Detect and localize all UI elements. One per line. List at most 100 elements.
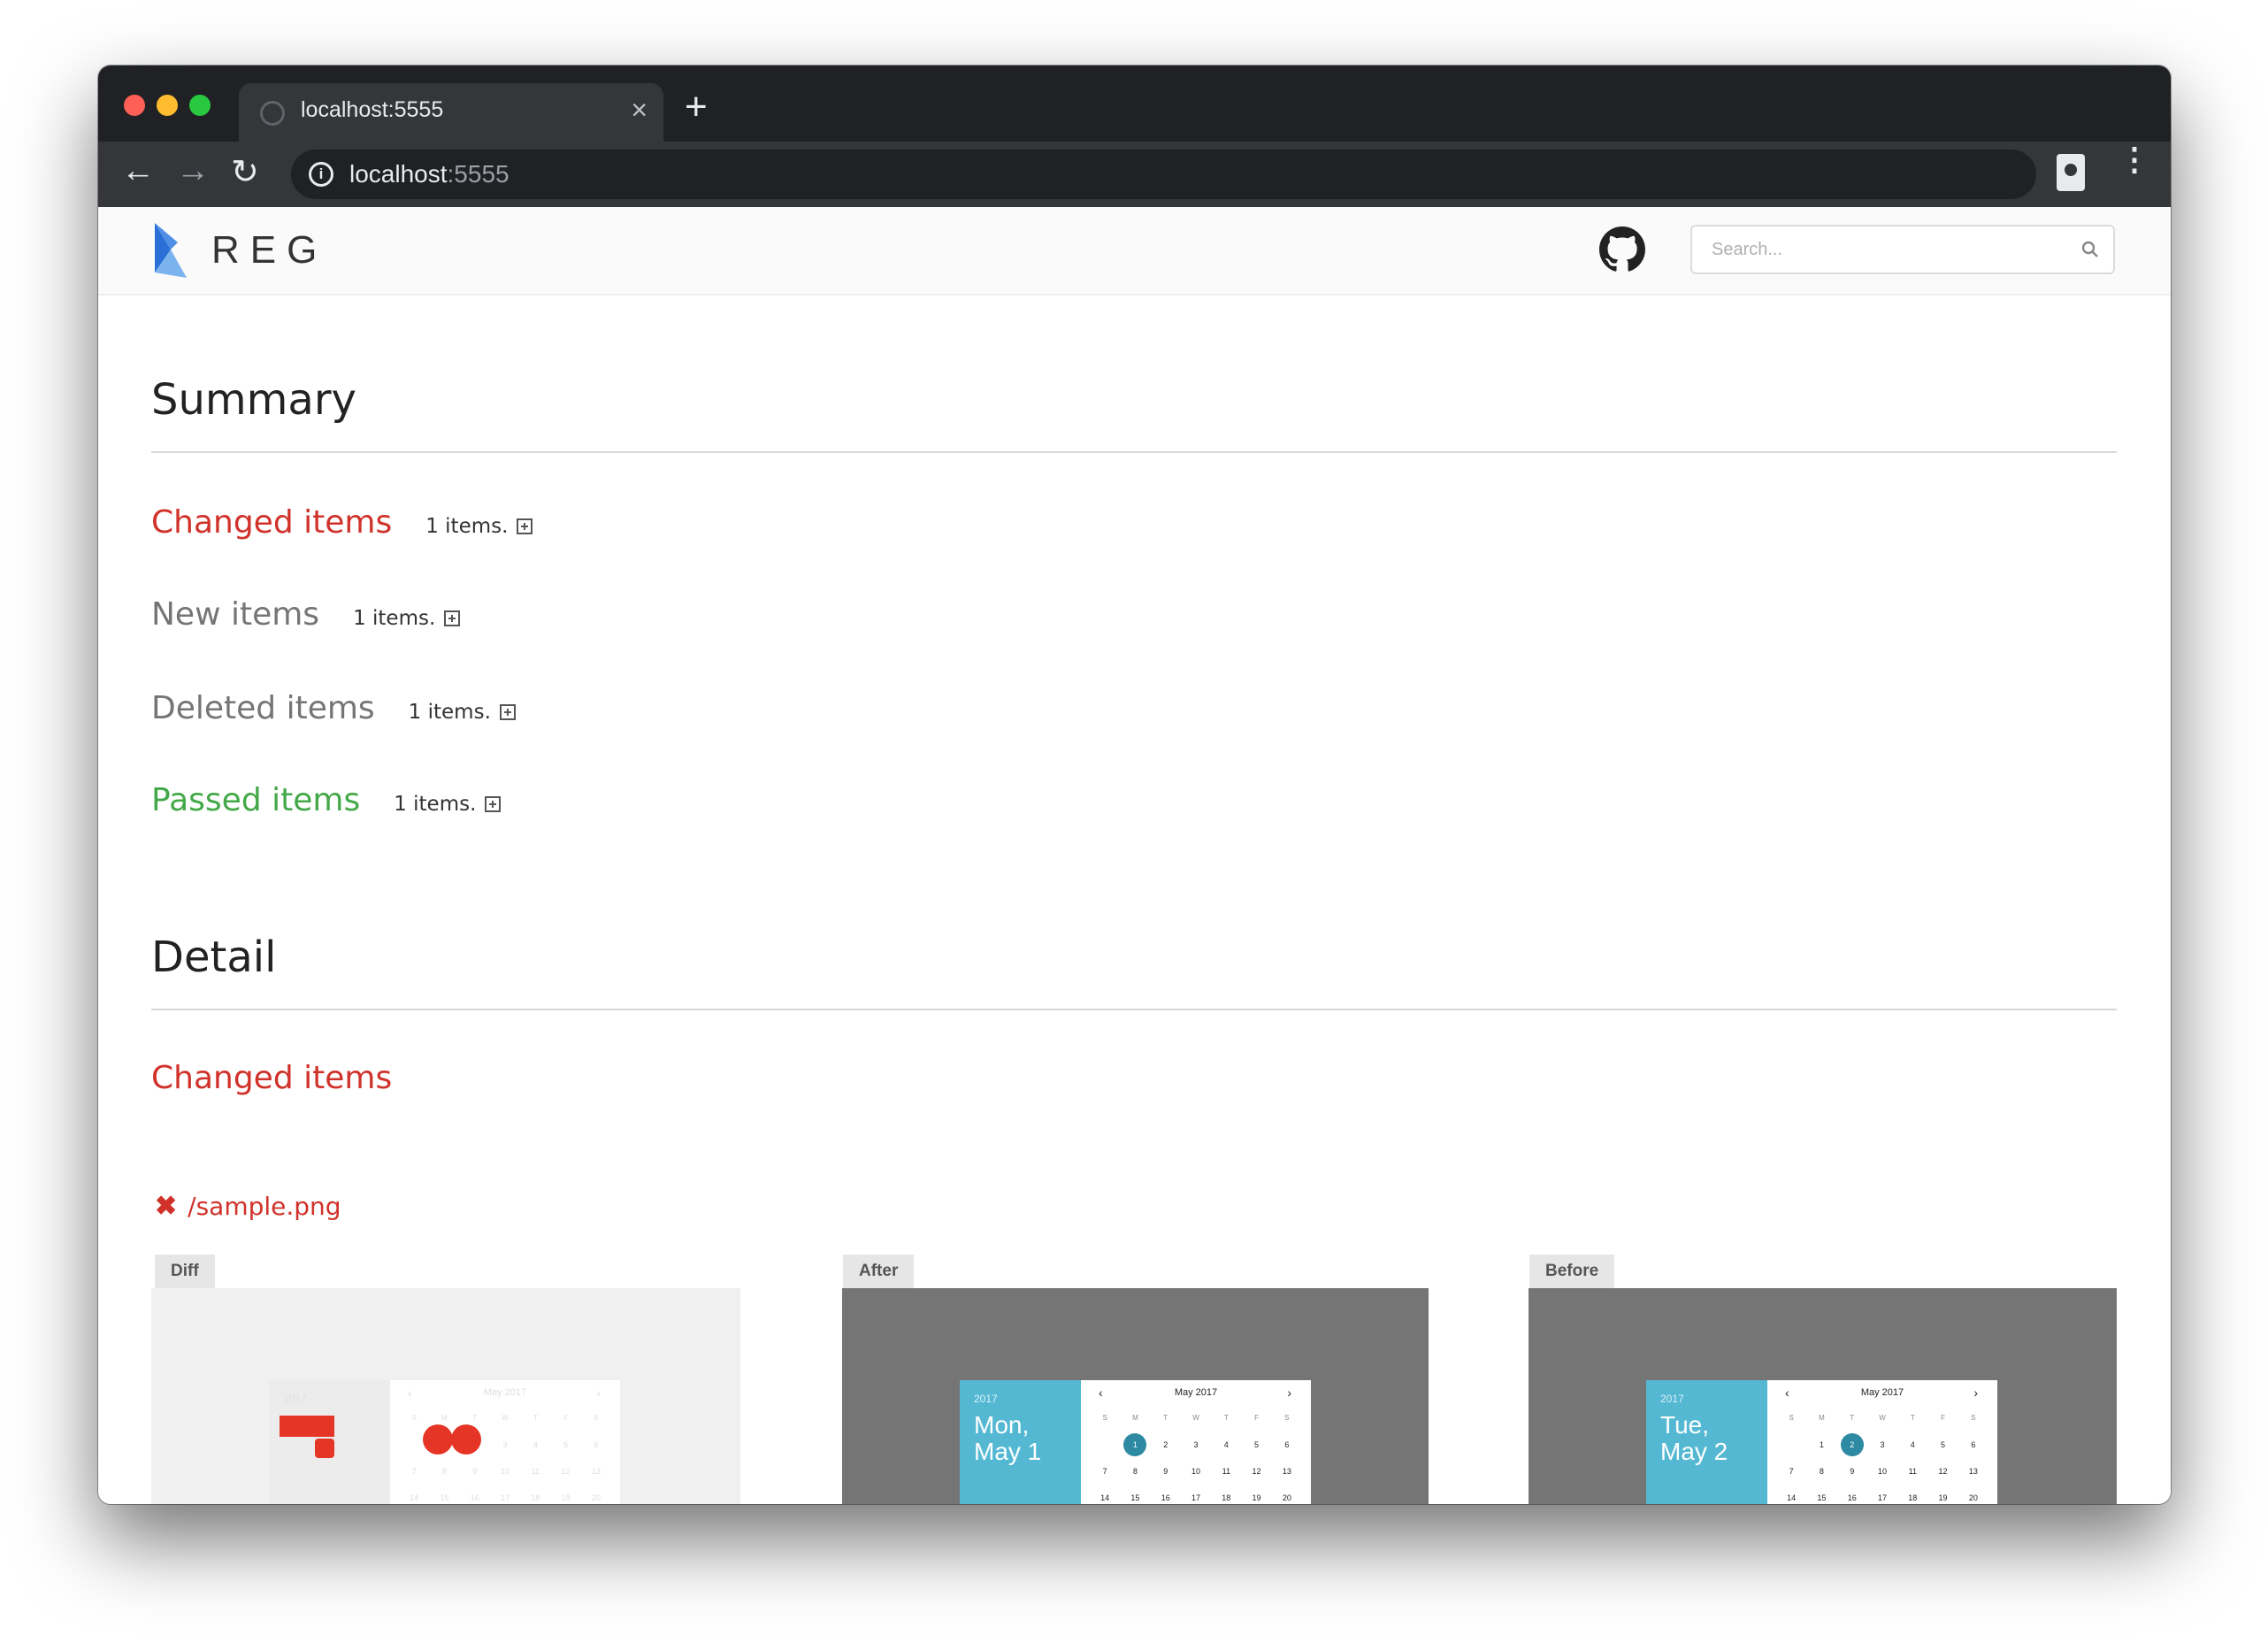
calendar-weekday: T	[1850, 1414, 1855, 1422]
calendar-day: 20	[1282, 1493, 1291, 1502]
calendar-day: 10	[1191, 1467, 1200, 1476]
calendar-day: 2	[1163, 1440, 1168, 1449]
diff-next-icon: ›	[596, 1386, 601, 1400]
calendar-day: 12	[561, 1467, 571, 1476]
before-tag: Before	[1529, 1255, 1615, 1288]
diff-tag: Diff	[155, 1255, 215, 1288]
calendar-day: 19	[1252, 1493, 1261, 1502]
github-icon[interactable]	[1599, 226, 1645, 272]
diff-highlight	[451, 1424, 481, 1455]
expand-icon[interactable]	[517, 518, 533, 534]
calendar-day: 17	[1877, 1493, 1887, 1502]
calendar-day	[1776, 1439, 1806, 1451]
after-calendar-year: 2017	[974, 1393, 998, 1405]
before-next-icon: ›	[1973, 1386, 1978, 1400]
detail-group-header: Changed items	[151, 1060, 392, 1096]
browser-menu-icon[interactable]: ⋮	[2119, 143, 2150, 175]
address-bar[interactable]: i localhost:5555	[291, 150, 2036, 199]
calendar-day: 18	[1222, 1493, 1231, 1502]
calendar-day: 3	[1193, 1440, 1199, 1449]
calendar-day: 7	[411, 1467, 417, 1476]
calendar-day: 15	[440, 1493, 449, 1502]
search-input[interactable]: Search...	[1690, 225, 2115, 274]
calendar-weekday: S	[1284, 1414, 1290, 1422]
diff-image[interactable]: 2017 ‹ May 2017 › SMTWTFS123456789101112…	[151, 1288, 740, 1504]
calendar-day: 2	[1837, 1433, 1867, 1456]
calendar-weekday: T	[1910, 1414, 1915, 1422]
calendar-day: 7	[1789, 1467, 1794, 1476]
calendar-day: 18	[1908, 1493, 1918, 1502]
diff-highlight	[280, 1416, 334, 1437]
after-calendar-grid: SMTWTFS123456789101112131415161718192021…	[1090, 1412, 1302, 1504]
reload-button[interactable]: ↻	[231, 152, 259, 192]
maximize-window-button[interactable]	[189, 95, 211, 116]
before-image[interactable]: 2017 Tue, May 2 ‹ May 2017 › SMTWTFS1234…	[1529, 1288, 2117, 1504]
calendar-day: 11	[1908, 1467, 1917, 1476]
browser-window: localhost:5555 × + ← → ↻ i localhost:555…	[98, 65, 2171, 1504]
calendar-day: 19	[1938, 1493, 1948, 1502]
calendar-day: 10	[1877, 1467, 1887, 1476]
url-text[interactable]: localhost:5555	[349, 160, 510, 188]
minimize-window-button[interactable]	[157, 95, 178, 116]
summary-row-changed: Changed items 1 items.	[151, 504, 533, 541]
app-logo-text: REG	[211, 228, 328, 272]
calendar-weekday: T	[1223, 1414, 1229, 1422]
before-calendar-year: 2017	[1660, 1393, 1684, 1405]
file-name-link[interactable]: /sample.png	[188, 1192, 341, 1221]
after-image[interactable]: 2017 Mon, May 1 ‹ May 2017 › SMTWTFS1234…	[842, 1288, 1429, 1504]
calendar-weekday: T	[472, 1414, 478, 1422]
calendar-day: 5	[563, 1440, 569, 1449]
calendar-day: 11	[531, 1467, 540, 1476]
close-window-button[interactable]	[124, 95, 145, 116]
summary-deleted-count: 1 items.	[408, 701, 491, 724]
after-next-icon: ›	[1287, 1386, 1291, 1400]
expand-icon[interactable]	[485, 796, 502, 812]
calendar-day: 13	[1968, 1467, 1978, 1476]
extension-icon[interactable]	[2057, 154, 2085, 191]
calendar-day: 9	[1850, 1467, 1855, 1476]
diff-highlight	[315, 1439, 334, 1458]
calendar-weekday: S	[1971, 1414, 1976, 1422]
file-entry[interactable]: ✖ /sample.png	[155, 1191, 341, 1222]
diff-calendar-year: 2017	[283, 1393, 307, 1405]
tab-strip: localhost:5555 × +	[98, 65, 2171, 142]
calendar-day: 9	[1163, 1467, 1168, 1476]
after-calendar: 2017 Mon, May 1 ‹ May 2017 › SMTWTFS1234…	[960, 1380, 1311, 1504]
summary-deleted-link[interactable]: Deleted items	[151, 690, 375, 726]
diff-highlight	[423, 1424, 453, 1455]
expand-icon[interactable]	[499, 704, 516, 720]
url-port: :5555	[447, 160, 510, 188]
calendar-weekday: F	[563, 1414, 568, 1422]
after-calendar-header: 2017 Mon, May 1	[960, 1380, 1081, 1504]
after-calendar-date: Mon, May 1	[974, 1411, 1042, 1465]
calendar-day: 4	[1223, 1440, 1229, 1449]
calendar-day: 9	[472, 1467, 478, 1476]
after-calendar-month: May 2017	[1174, 1387, 1218, 1398]
summary-new-link[interactable]: New items	[151, 596, 319, 633]
calendar-day: 8	[441, 1467, 447, 1476]
calendar-day: 14	[1787, 1493, 1797, 1502]
after-calendar-body: ‹ May 2017 › S M T W T F S 1 2 3 4 5 6 7 8 9 10 11 12 13 14 1…	[1081, 1380, 1311, 1504]
summary-passed-link[interactable]: Passed items	[151, 782, 360, 818]
info-icon[interactable]: i	[309, 162, 333, 187]
calendar-day: 3	[1880, 1440, 1885, 1449]
search-icon[interactable]	[2081, 241, 2099, 258]
browser-tab[interactable]: localhost:5555 ×	[239, 83, 663, 142]
before-calendar: 2017 Tue, May 2 ‹ May 2017 › SMTWTFS1234…	[1646, 1380, 1997, 1504]
new-tab-button[interactable]: +	[685, 85, 708, 129]
calendar-day: 13	[591, 1467, 601, 1476]
calendar-day: 5	[1254, 1440, 1260, 1449]
calendar-weekday: M	[1132, 1414, 1138, 1422]
diff-calendar: 2017 ‹ May 2017 › SMTWTFS123456789101112…	[269, 1380, 620, 1504]
calendar-day: 4	[533, 1440, 538, 1449]
summary-row-new: New items 1 items.	[151, 596, 461, 633]
calendar-day	[1090, 1439, 1120, 1451]
summary-row-deleted: Deleted items 1 items.	[151, 690, 516, 726]
forward-button[interactable]: →	[176, 152, 210, 190]
back-button[interactable]: ←	[121, 152, 155, 190]
tab-title: localhost:5555	[301, 97, 444, 122]
close-tab-icon[interactable]: ×	[631, 94, 647, 127]
expand-icon[interactable]	[444, 610, 461, 626]
detail-changed-heading: Changed items	[151, 1060, 393, 1096]
summary-changed-link[interactable]: Changed items	[151, 504, 392, 541]
